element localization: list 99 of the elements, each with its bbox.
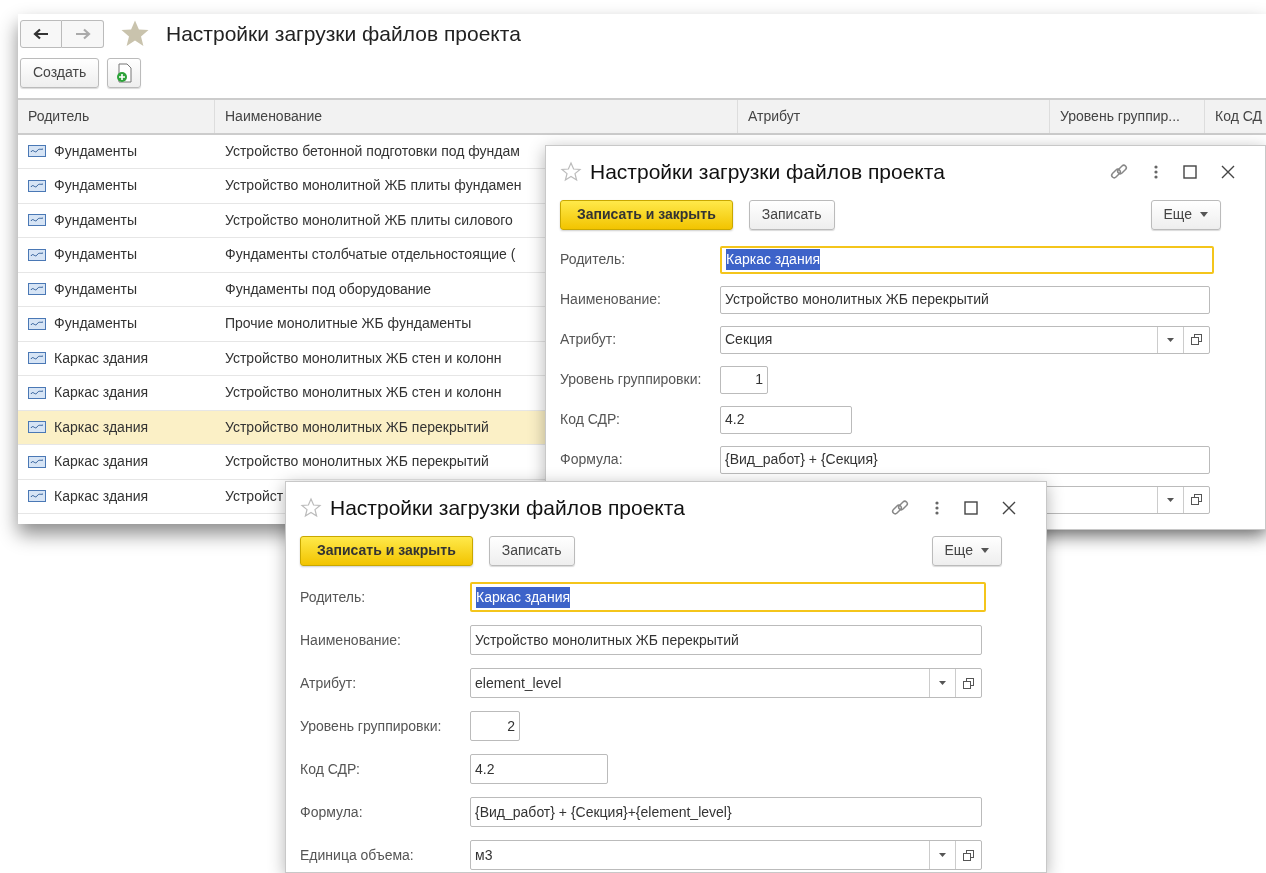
back-arrow-icon: [33, 27, 49, 40]
input-field[interactable]: Устройство монолитных ЖБ перекрытий: [470, 625, 982, 655]
table-cell-text: Устройство монолитных ЖБ перекрытий: [225, 417, 489, 437]
column-header[interactable]: Уровень группир...: [1050, 99, 1205, 133]
dropdown-icon[interactable]: [939, 681, 946, 685]
save-and-close-button[interactable]: Записать и закрыть: [300, 535, 473, 566]
field-label: Код СДР:: [300, 760, 360, 777]
table-cell-text: Устройство монолитной ЖБ плиты фундамен: [225, 176, 522, 196]
input-field[interactable]: 2: [470, 711, 520, 741]
column-header[interactable]: Атрибут: [738, 99, 1050, 133]
maximize-icon[interactable]: [964, 500, 978, 515]
save-and-close-button[interactable]: Записать и закрыть: [560, 199, 733, 230]
open-form-icon[interactable]: [1191, 494, 1202, 505]
field-label: Код СДР:: [560, 411, 620, 427]
column-header[interactable]: Наименование: [215, 99, 738, 133]
field-label: Родитель:: [560, 251, 626, 267]
field-label: Формула:: [560, 451, 623, 467]
item-icon: [28, 283, 46, 296]
save-button[interactable]: Записать: [488, 535, 575, 566]
item-icon: [28, 248, 46, 261]
table-cell-text: Фундаменты: [54, 176, 137, 196]
input-field[interactable]: 1: [720, 365, 768, 394]
favorite-star-icon[interactable]: [560, 160, 582, 183]
more-button[interactable]: Еще: [931, 535, 1002, 566]
field-label: Формула:: [300, 803, 363, 820]
table-cell-text: Каркас здания: [54, 383, 149, 403]
table-cell-text: Фундаменты под оборудование: [225, 279, 432, 299]
table-cell-text: Устройство бетонной подготовки под фундам: [225, 141, 520, 161]
add-file-button[interactable]: [107, 57, 142, 88]
field-label: Единица объема:: [300, 846, 414, 863]
open-form-icon[interactable]: [1191, 334, 1202, 345]
link-icon[interactable]: [1109, 161, 1129, 182]
table-cell-text: Фундаменты столбчатые отдельностоящие (: [225, 245, 516, 265]
close-icon[interactable]: [1002, 500, 1016, 515]
open-form-icon[interactable]: [963, 849, 974, 861]
more-icon[interactable]: [934, 499, 940, 516]
dialog-title: Настройки загрузки файлов проекта: [330, 495, 685, 521]
table-cell-text: Каркас здания: [54, 486, 149, 506]
input-field[interactable]: {Вид_работ} + {Секция}: [720, 445, 1210, 474]
more-button[interactable]: Еще: [1150, 199, 1221, 230]
field-label: Наименование:: [560, 291, 661, 307]
window-title: Настройки загрузки файлов проекта: [166, 21, 521, 47]
table-cell-text: Устройство монолитных ЖБ стен и колонн: [225, 348, 502, 368]
field-label: Родитель:: [300, 588, 366, 605]
item-icon: [28, 145, 46, 158]
create-button[interactable]: Создать: [20, 57, 100, 88]
table-cell-text: Каркас здания: [54, 348, 149, 368]
table-cell-text: Устройство монолитной ЖБ плиты силового: [225, 210, 513, 230]
field-label: Уровень группировки:: [300, 717, 442, 734]
input-field[interactable]: {Вид_работ} + {Секция}+{element_level}: [470, 797, 982, 827]
input-field[interactable]: Секция: [720, 325, 1210, 354]
table-cell-text: Фундаменты: [54, 314, 137, 334]
table-cell-text: Каркас здания: [54, 417, 149, 437]
table-cell-text: Устройство монолитных ЖБ перекрытий: [225, 452, 489, 472]
caret-icon: [1200, 212, 1208, 217]
table-cell-text: Устройст: [225, 486, 284, 506]
input-field[interactable]: м3: [470, 840, 982, 870]
item-icon: [28, 352, 46, 365]
item-icon: [28, 317, 46, 330]
input-field[interactable]: element_level: [470, 668, 982, 698]
table-cell-text: Устройство монолитных ЖБ стен и колонн: [225, 383, 502, 403]
item-icon: [28, 421, 46, 434]
table-cell-text: Каркас здания: [54, 452, 149, 472]
table-cell-text: Фундаменты: [54, 279, 137, 299]
item-icon: [28, 386, 46, 399]
table-cell-text: Фундаменты: [54, 210, 137, 230]
add-file-icon: [115, 63, 134, 84]
maximize-icon[interactable]: [1183, 164, 1197, 179]
input-field[interactable]: Каркас здания: [470, 582, 986, 612]
open-form-icon[interactable]: [963, 677, 974, 689]
caret-icon: [981, 548, 989, 553]
input-field[interactable]: Каркас здания: [720, 245, 1214, 274]
dialog-title: Настройки загрузки файлов проекта: [590, 159, 945, 185]
item-icon: [28, 455, 46, 468]
table-cell-text: Фундаменты: [54, 141, 137, 161]
field-label: Атрибут:: [560, 331, 617, 347]
forward-arrow-icon: [74, 27, 91, 40]
favorite-star-icon[interactable]: [300, 496, 322, 519]
more-icon[interactable]: [1153, 163, 1159, 180]
item-icon: [28, 214, 46, 227]
input-field[interactable]: Устройство монолитных ЖБ перекрытий: [720, 285, 1210, 314]
dropdown-icon[interactable]: [1167, 497, 1174, 502]
table-cell-text: Прочие монолитные ЖБ фундаменты: [225, 314, 472, 334]
field-label: Наименование:: [300, 631, 401, 648]
item-icon: [28, 179, 46, 192]
column-header[interactable]: Родитель: [18, 99, 215, 133]
input-field[interactable]: 4.2: [720, 405, 852, 434]
table-cell-text: Фундаменты: [54, 245, 137, 265]
input-field[interactable]: 4.2: [470, 754, 608, 784]
save-button[interactable]: Записать: [748, 199, 835, 230]
close-icon[interactable]: [1221, 164, 1235, 179]
column-header[interactable]: Код СД: [1205, 99, 1266, 133]
field-label: Уровень группировки:: [560, 371, 702, 387]
field-label: Атрибут:: [300, 674, 357, 691]
dropdown-icon[interactable]: [939, 853, 946, 857]
link-icon[interactable]: [890, 497, 910, 518]
item-icon: [28, 490, 46, 503]
dropdown-icon[interactable]: [1167, 337, 1174, 342]
back-button[interactable]: [20, 19, 62, 48]
